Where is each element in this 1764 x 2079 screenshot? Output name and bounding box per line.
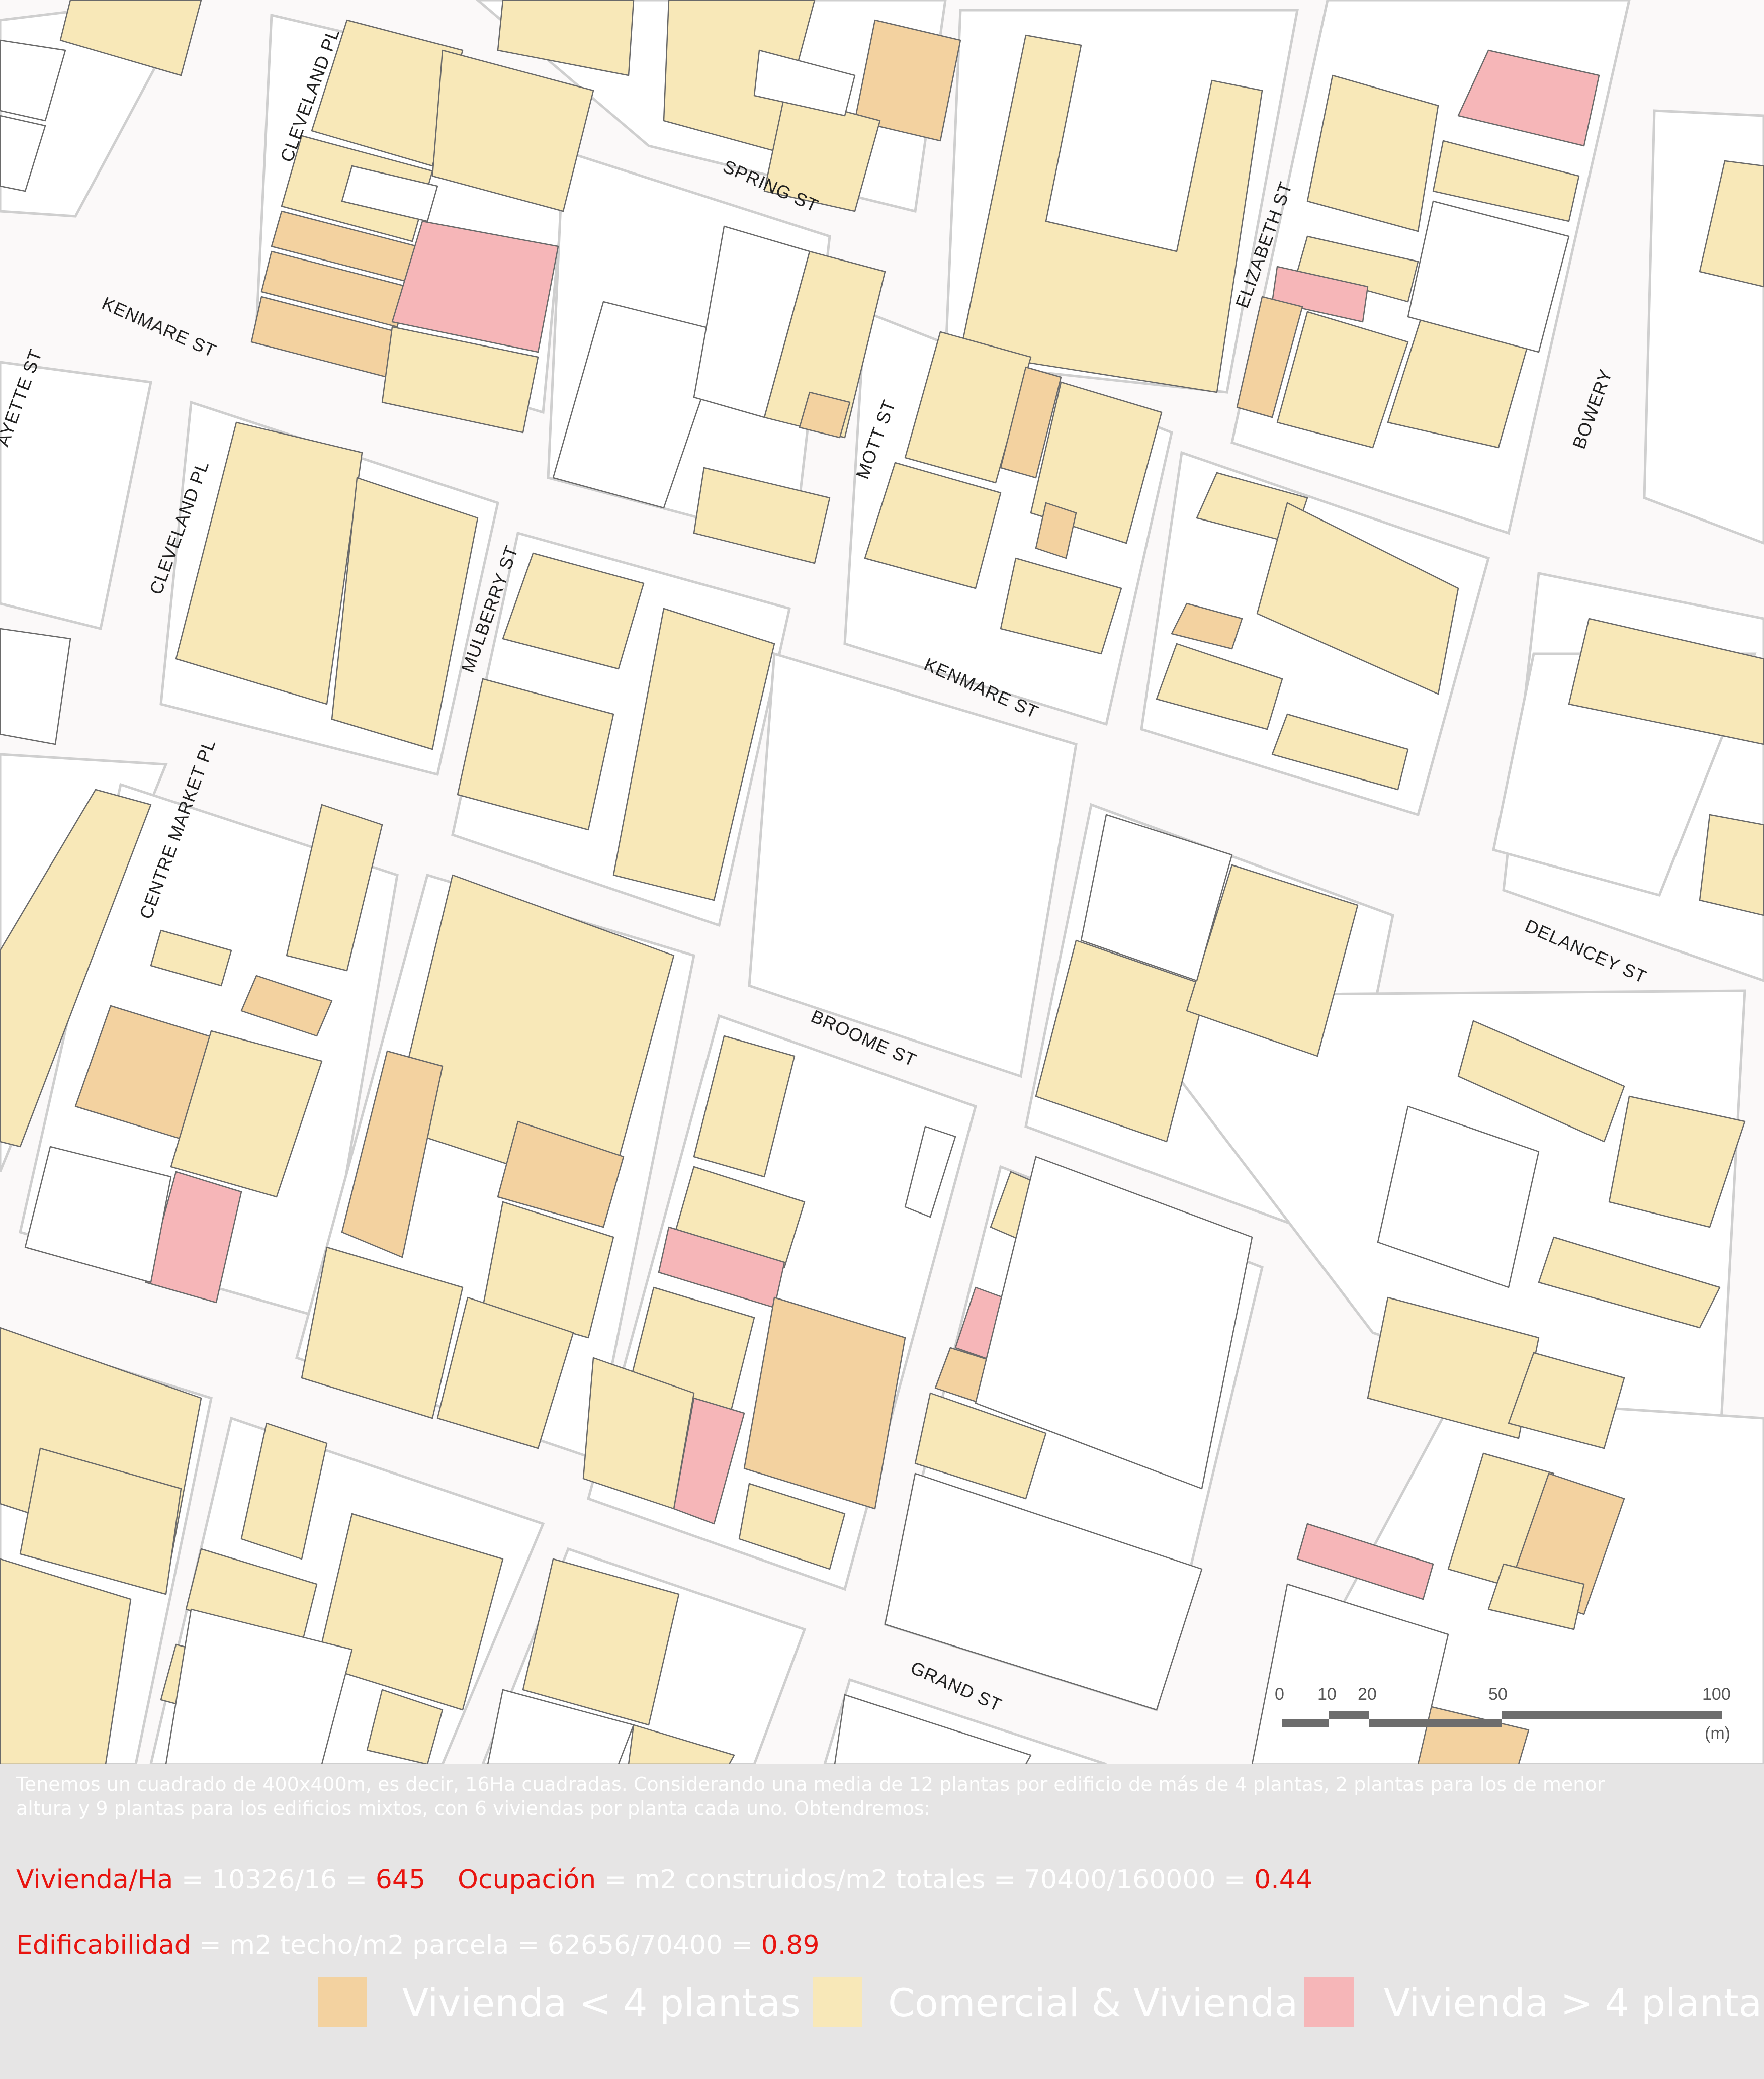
edificabilidad-value: 0.89: [761, 1930, 820, 1960]
ocupacion-key: Ocupación: [458, 1865, 596, 1895]
scale-segment: [1329, 1711, 1369, 1719]
edificabilidad-key: Edificabilidad: [16, 1930, 191, 1960]
vivienda-key: Vivienda/Ha: [16, 1865, 173, 1895]
scale-segment: [1369, 1719, 1502, 1727]
legend-swatch: [318, 1977, 367, 2027]
vivienda-value: 645: [375, 1865, 426, 1895]
scale-segment: [1502, 1711, 1722, 1719]
lot-mixed: [331, 477, 479, 750]
explanation-note: Tenemos un cuadrado de 400x400m, es deci…: [16, 1773, 1605, 1820]
street-label: BOWERY: [1568, 366, 1616, 451]
scale-tick-label: 0: [1275, 1685, 1284, 1704]
info-panel: Tenemos un cuadrado de 400x400m, es deci…: [0, 1764, 1764, 2079]
legend-label: Vivienda > 4 plantas: [1384, 1980, 1764, 2025]
legend: Vivienda < 4 plantas Comercial & Viviend…: [0, 1974, 1764, 2030]
street-label: KENMARE ST: [99, 293, 220, 362]
page: SPRING ST KENMARE ST KENMARE ST BROOME S…: [0, 0, 1764, 2079]
scale-unit: (m): [1705, 1724, 1730, 1743]
edificabilidad-formula: = m2 techo/m2 parcela = 62656/70400 =: [191, 1930, 761, 1960]
legend-swatch: [1304, 1977, 1354, 2027]
ocupacion-formula: = m2 construidos/m2 totales = 70400/1600…: [596, 1865, 1255, 1895]
scale-tick-label: 100: [1702, 1685, 1731, 1704]
neighborhood-map: SPRING ST KENMARE ST KENMARE ST BROOME S…: [0, 0, 1764, 1764]
lot-none: [0, 628, 71, 745]
ocupacion-value: 0.44: [1254, 1865, 1312, 1895]
legend-label: Vivienda < 4 plantas: [402, 1980, 801, 2025]
legend-label: Comercial & Vivienda: [888, 1980, 1298, 2025]
scale-segment: [1282, 1719, 1329, 1727]
metric-line-edificabilidad: Edificabilidad = m2 techo/m2 parcela = 6…: [16, 1930, 820, 1960]
scale-tick-label: 20: [1358, 1685, 1377, 1704]
metric-line-vivienda-ocupacion: Vivienda/Ha = 10326/16 = 645 Ocupación = …: [16, 1865, 1312, 1895]
scale-tick-label: 10: [1317, 1685, 1337, 1704]
legend-swatch: [813, 1977, 862, 2027]
lot-mixed: [693, 467, 831, 564]
lot-mixed: [1699, 814, 1764, 916]
scale-tick-label: 50: [1488, 1685, 1508, 1704]
vivienda-formula: = 10326/16 =: [173, 1865, 376, 1895]
